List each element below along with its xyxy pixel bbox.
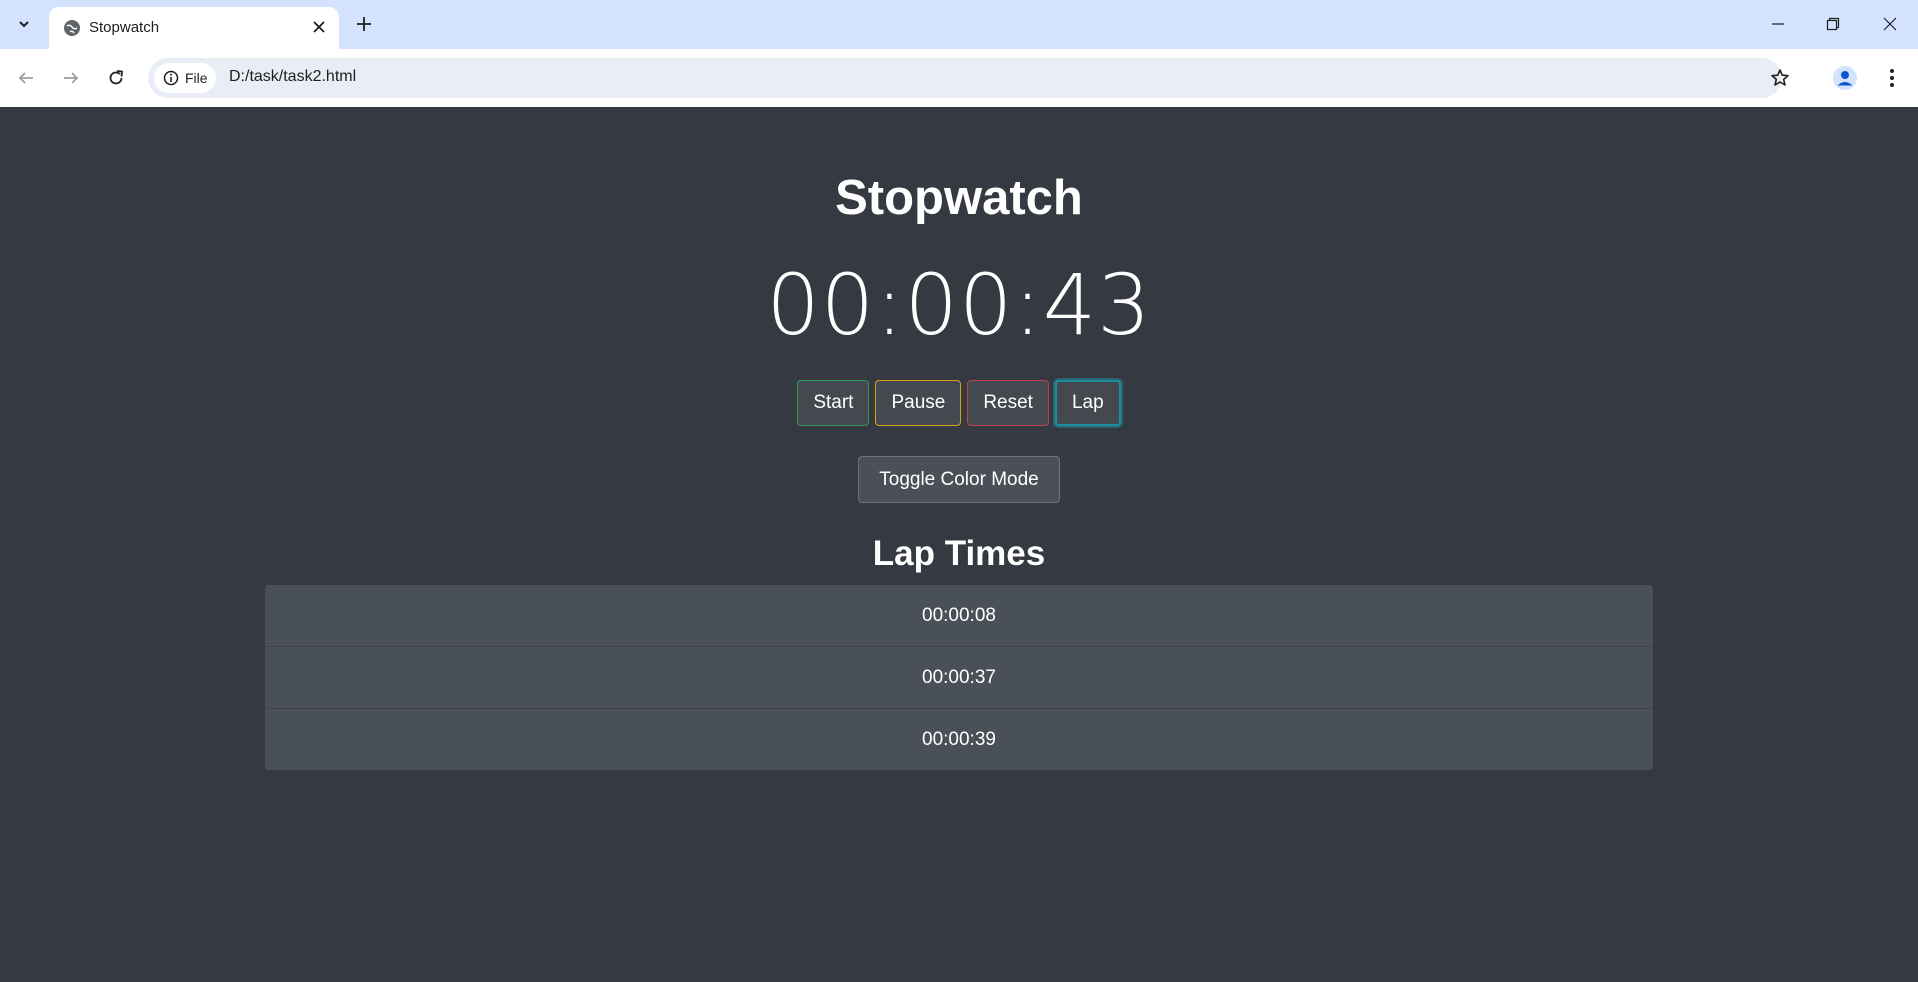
tab-search-button[interactable] [8, 8, 40, 40]
back-button[interactable] [10, 62, 42, 94]
close-icon [1883, 17, 1897, 31]
kebab-menu-icon [1890, 69, 1894, 87]
star-icon [1771, 69, 1789, 86]
site-info-label: File [185, 70, 208, 86]
close-icon [313, 21, 325, 33]
lap-item: 00:00:39 [922, 729, 996, 750]
chevron-down-icon [19, 21, 29, 28]
restore-icon [1826, 17, 1840, 31]
reset-button[interactable]: Reset [967, 380, 1049, 426]
profile-button[interactable] [1830, 63, 1860, 93]
page-title: Stopwatch [835, 171, 1083, 225]
minimize-icon [1772, 23, 1784, 25]
browser-toolbar: File D:/task/task2.html [0, 49, 1918, 107]
start-button[interactable]: Start [797, 380, 870, 426]
minimize-button[interactable] [1750, 0, 1806, 48]
active-tab[interactable]: Stopwatch [49, 7, 339, 49]
url-text[interactable]: D:/task/task2.html [229, 68, 356, 86]
pause-button[interactable]: Pause [875, 380, 962, 426]
forward-button[interactable] [55, 62, 87, 94]
lap-item: 00:00:37 [265, 647, 1653, 709]
new-tab-button[interactable] [348, 8, 380, 40]
lap-item: 00:00:08 [265, 585, 1653, 647]
lap-times-heading: Lap Times [872, 534, 1046, 573]
lap-times-list: 00:00:08 00:00:37 00:00:39 [265, 585, 1653, 770]
info-icon [163, 70, 179, 86]
tab-title: Stopwatch [89, 19, 160, 36]
reload-button[interactable] [100, 62, 132, 94]
globe-icon [64, 20, 80, 36]
plus-icon [357, 17, 371, 31]
browser-menu-button[interactable] [1876, 62, 1908, 94]
toggle-color-mode-button[interactable]: Toggle Color Mode [858, 456, 1060, 503]
bookmark-button[interactable] [1764, 62, 1796, 94]
control-buttons: Start Pause Reset Lap [0, 380, 1918, 426]
profile-icon [1833, 66, 1857, 90]
arrow-left-icon [18, 72, 33, 84]
timer-display: 00:00:43 [766, 256, 1152, 354]
reload-icon [109, 70, 123, 85]
page-content: Stopwatch 00:00:43 Start Pause Reset Lap… [0, 107, 1918, 982]
restore-button[interactable] [1805, 0, 1861, 48]
address-bar[interactable]: File D:/task/task2.html [148, 58, 1782, 98]
lap-button[interactable]: Lap [1054, 380, 1121, 426]
arrow-right-icon [64, 72, 79, 84]
tab-close-button[interactable] [309, 17, 329, 37]
tab-strip: Stopwatch [0, 0, 1918, 49]
close-window-button[interactable] [1862, 0, 1918, 48]
site-info-button[interactable]: File [154, 63, 216, 93]
